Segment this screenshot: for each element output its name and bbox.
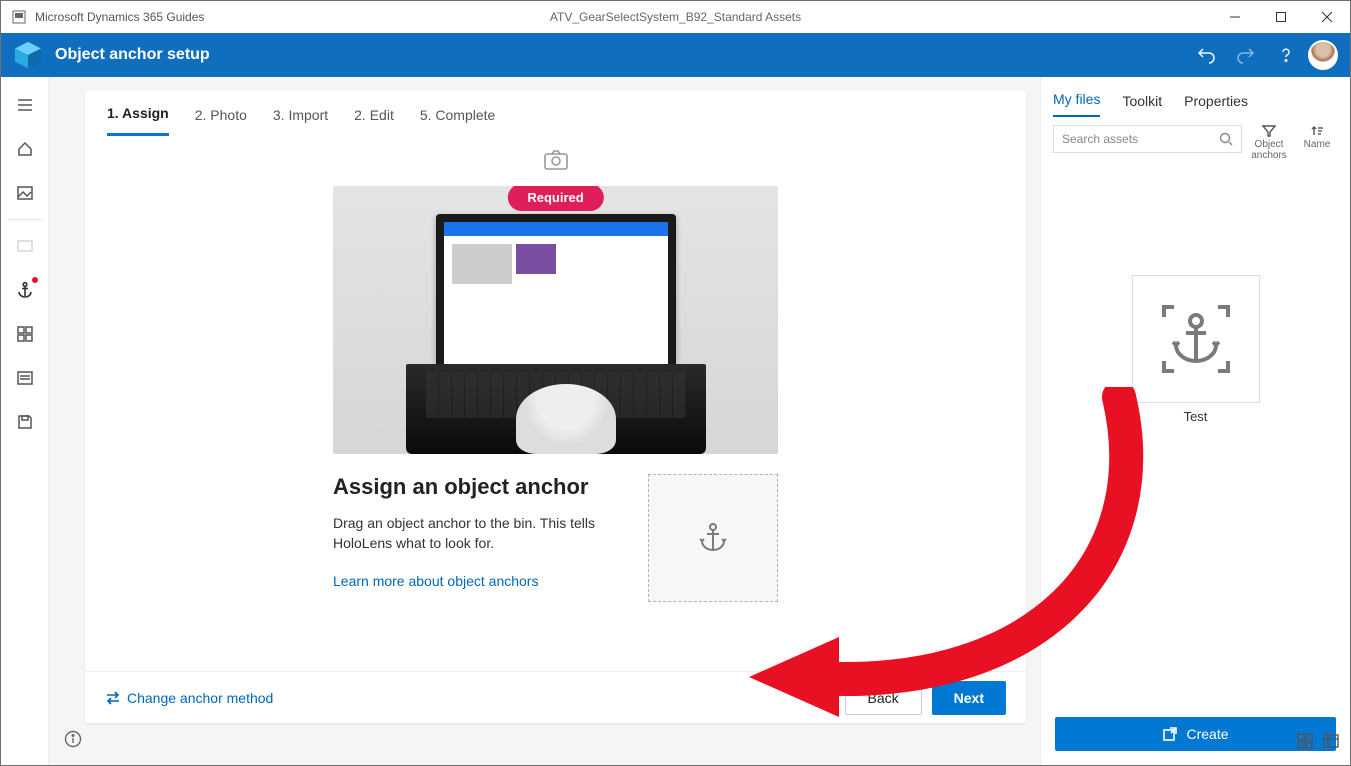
save-nav-icon[interactable] bbox=[5, 402, 45, 442]
filter-icon bbox=[1262, 125, 1276, 137]
page-title: Object anchor setup bbox=[55, 46, 210, 64]
app-logo-icon bbox=[13, 40, 43, 70]
tab-my-files[interactable]: My files bbox=[1053, 91, 1100, 117]
image-nav-icon[interactable] bbox=[5, 173, 45, 213]
left-nav-rail bbox=[1, 77, 49, 765]
hero-image: Required bbox=[333, 186, 778, 454]
main-card: 1. Assign 2. Photo 3. Import 2. Edit 5. … bbox=[85, 91, 1026, 723]
nav-separator bbox=[8, 219, 42, 220]
info-icon[interactable] bbox=[61, 727, 85, 751]
document-name: ATV_GearSelectSystem_B92_Standard Assets bbox=[550, 10, 801, 24]
change-anchor-method-link[interactable]: Change anchor method bbox=[105, 690, 273, 706]
filter-control[interactable]: Object anchors bbox=[1248, 125, 1290, 161]
search-icon bbox=[1219, 132, 1233, 146]
app-header: Object anchor setup bbox=[1, 33, 1350, 77]
step-photo[interactable]: 2. Photo bbox=[195, 95, 247, 135]
required-badge: Required bbox=[507, 186, 603, 211]
grid-nav-icon[interactable] bbox=[5, 314, 45, 354]
step-assign[interactable]: 1. Assign bbox=[107, 93, 169, 136]
right-panel: My files Toolkit Properties Search asset… bbox=[1040, 77, 1350, 765]
swap-icon bbox=[105, 691, 121, 705]
maximize-button[interactable] bbox=[1258, 1, 1304, 33]
filter-label: Object anchors bbox=[1248, 139, 1290, 161]
sort-icon bbox=[1310, 125, 1324, 137]
create-label: Create bbox=[1186, 726, 1228, 742]
undo-button[interactable] bbox=[1188, 37, 1224, 73]
asset-item[interactable]: Test bbox=[1132, 275, 1260, 424]
assign-body: Drag an object anchor to the bin. This t… bbox=[333, 514, 604, 553]
camera-icon bbox=[543, 149, 569, 176]
form-nav-icon[interactable] bbox=[5, 358, 45, 398]
redo-button[interactable] bbox=[1228, 37, 1264, 73]
assign-heading: Assign an object anchor bbox=[333, 474, 604, 500]
step-tabs: 1. Assign 2. Photo 3. Import 2. Edit 5. … bbox=[85, 91, 1026, 139]
app-name: Microsoft Dynamics 365 Guides bbox=[35, 10, 204, 24]
step-import[interactable]: 3. Import bbox=[273, 95, 328, 135]
asset-thumbnail bbox=[1132, 275, 1260, 403]
titlebar: Microsoft Dynamics 365 Guides ATV_GearSe… bbox=[1, 1, 1350, 33]
change-anchor-label: Change anchor method bbox=[127, 690, 273, 706]
close-button[interactable] bbox=[1304, 1, 1350, 33]
search-input[interactable]: Search assets bbox=[1053, 125, 1242, 153]
tab-properties[interactable]: Properties bbox=[1184, 93, 1248, 117]
minimize-button[interactable] bbox=[1212, 1, 1258, 33]
user-avatar[interactable] bbox=[1308, 40, 1338, 70]
sort-control[interactable]: Name bbox=[1296, 125, 1338, 150]
card-nav-icon[interactable] bbox=[5, 226, 45, 266]
back-button[interactable]: Back bbox=[845, 681, 922, 715]
help-button[interactable] bbox=[1268, 37, 1304, 73]
notification-dot-icon bbox=[31, 276, 39, 284]
anchor-dropzone[interactable] bbox=[648, 474, 778, 602]
next-button[interactable]: Next bbox=[932, 681, 1006, 715]
create-icon bbox=[1162, 726, 1178, 742]
tab-toolkit[interactable]: Toolkit bbox=[1122, 93, 1162, 117]
sort-label: Name bbox=[1304, 139, 1331, 150]
create-button[interactable]: Create bbox=[1055, 717, 1336, 751]
home-nav-icon[interactable] bbox=[5, 129, 45, 169]
grid-view-icon[interactable] bbox=[1297, 733, 1313, 754]
anchor-nav-icon[interactable] bbox=[5, 270, 45, 310]
step-complete[interactable]: 5. Complete bbox=[420, 95, 495, 135]
asset-name: Test bbox=[1132, 409, 1260, 424]
learn-more-link[interactable]: Learn more about object anchors bbox=[333, 573, 538, 589]
hamburger-button[interactable] bbox=[5, 85, 45, 125]
card-footer: Change anchor method Back Next bbox=[85, 671, 1026, 723]
search-placeholder: Search assets bbox=[1062, 132, 1138, 146]
app-small-icon bbox=[11, 9, 27, 25]
step-edit[interactable]: 2. Edit bbox=[354, 95, 394, 135]
list-view-icon[interactable] bbox=[1323, 733, 1339, 754]
